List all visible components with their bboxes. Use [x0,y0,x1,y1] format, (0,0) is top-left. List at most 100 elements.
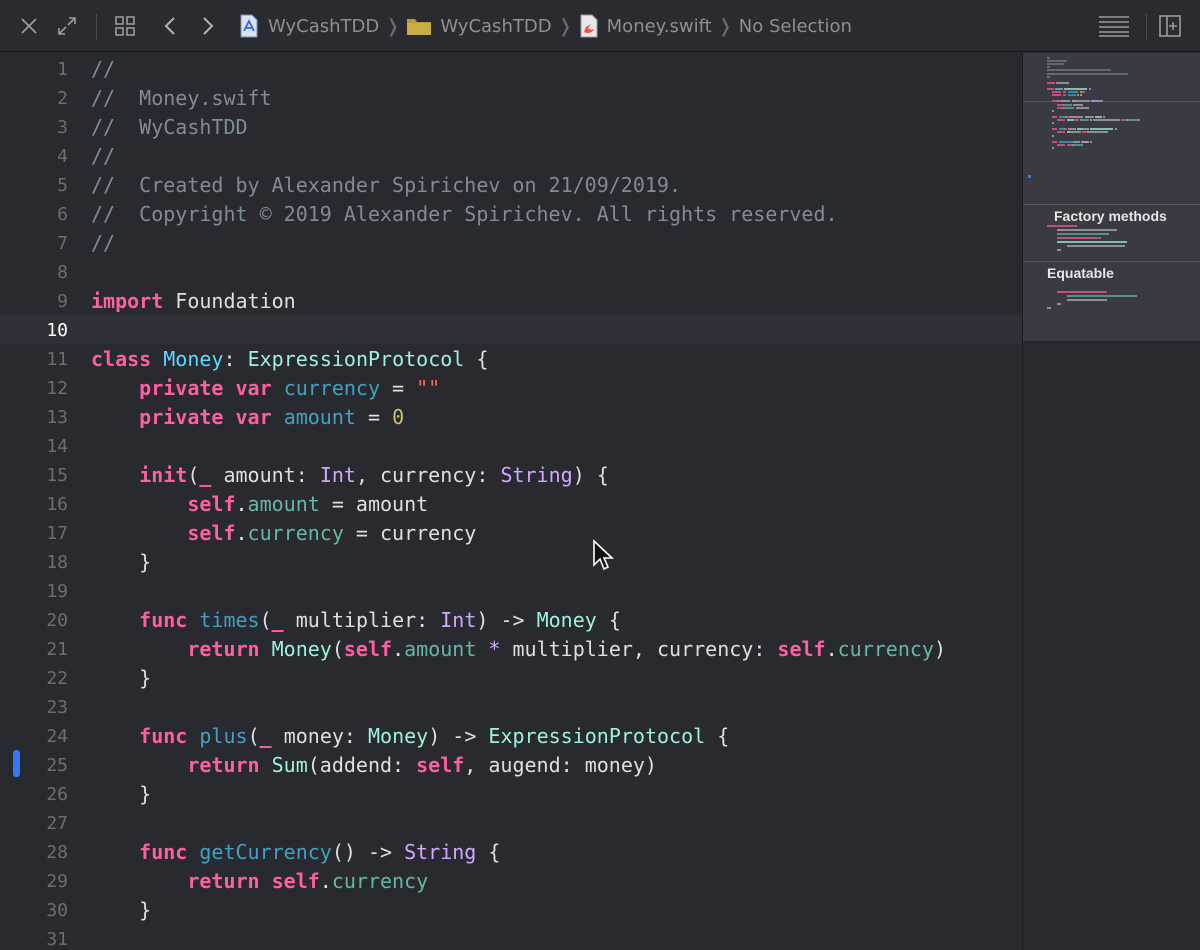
swift-file-icon [579,14,599,38]
code-token: ) -> [476,608,537,632]
code-text: return self.currency [91,867,428,896]
code-token: _ [271,608,284,632]
code-token: _ [259,724,272,748]
code-token: // [91,144,116,168]
minimap-code-bar [1047,60,1067,63]
code-token: , currency: [355,463,501,487]
line-number: 26 [46,784,68,805]
minimap-code-bar [1114,128,1117,131]
line-number: 22 [46,668,68,689]
breadcrumb-project-label: WyCashTDD [268,15,380,37]
code-token: func [139,608,188,632]
line-number: 13 [46,407,68,428]
breadcrumb-file[interactable]: Money.swift [579,14,712,38]
code-token: return [187,637,260,661]
minimap-visible-region[interactable] [1023,53,1200,341]
minimap-code-bar [1067,295,1137,297]
minimap-code-bar [1047,81,1055,84]
minimap-section-equatable[interactable]: Equatable [1047,265,1114,281]
code-token: } [91,782,152,806]
line-number: 21 [46,639,68,660]
line-number: 31 [46,929,68,950]
minimap-code-bar [1057,237,1101,239]
code-token: class [91,347,152,371]
code-token: ( [187,463,200,487]
minimap-code-bar [1073,103,1084,106]
minimap-code-bar [1088,115,1094,118]
forward-icon[interactable] [194,0,222,52]
code-token: { [705,724,730,748]
minimap-divider [1023,101,1200,102]
xcode-project-icon [238,14,260,38]
minimap-code-bar [1102,115,1105,118]
back-icon[interactable] [156,0,184,52]
line-number: 15 [46,465,68,486]
minimap-code-bar [1063,106,1075,109]
code-token: func [139,840,188,864]
breadcrumb-folder[interactable]: WyCashTDD [406,15,552,37]
minimap-code-bar [1052,146,1055,149]
line-number: 8 [57,262,68,283]
code-text: private var currency = "" [91,374,440,403]
minimap-code-bar [1057,119,1066,121]
folder-icon [406,15,432,37]
minimap-code-bar [1083,128,1089,131]
code-token: . [319,869,332,893]
minimap-section-factory-methods[interactable]: Factory methods [1054,208,1167,224]
minimap-code-bar [1095,115,1102,118]
code-token: } [91,550,152,574]
add-editor-icon[interactable] [1156,0,1184,52]
code-token: // [91,231,116,255]
breadcrumb-project[interactable]: WyCashTDD [238,14,379,38]
line-number: 3 [57,117,68,138]
source-editor[interactable]: 1 // 2 // Money.swift 3 // WyCashTDD 4 // 5 // Cr… [0,53,1022,950]
minimap-code-bar [1080,119,1089,121]
editor-options-icon[interactable] [1094,0,1134,52]
minimap[interactable]: Factory methods Equatable [1022,53,1200,950]
code-token: self [187,492,236,516]
minimap-code-bar [1067,299,1107,301]
related-items-icon[interactable] [110,0,140,52]
code-token: ( [331,637,344,661]
code-text: import Foundation [91,287,296,316]
minimap-code-bar [1057,303,1061,305]
minimap-code-bar [1058,140,1073,143]
code-token: amount: [211,463,320,487]
minimap-code-bar [1047,66,1050,69]
minimap-code-bar [1061,100,1071,103]
toolbar-divider [1146,14,1147,40]
minimap-code-bar [1079,94,1082,97]
expand-icon[interactable] [52,0,82,52]
code-text: // WyCashTDD [91,113,248,142]
code-token: Foundation [163,289,296,313]
minimap-code-bar [1052,128,1058,131]
code-text: } [91,548,151,577]
code-token: return [187,753,260,777]
code-token: ) { [572,463,609,487]
code-token: currency [283,376,381,400]
close-icon[interactable] [14,0,44,52]
jump-bar: WyCashTDD ❭ WyCashTDD ❭ Money.swift ❭ No… [0,0,1200,52]
code-token: multiplier, currency: [500,637,778,661]
breadcrumb-folder-label: WyCashTDD [440,15,552,37]
code-token: { [476,840,501,864]
code-text: } [91,896,151,925]
code-token: ) [933,637,946,661]
minimap-code-bar [1047,72,1128,75]
breadcrumb-symbol[interactable]: No Selection [739,16,852,37]
line-number: 19 [46,581,68,602]
code-token: . [825,637,838,661]
minimap-code-bar [1087,131,1109,134]
code-token: _ [199,463,212,487]
code-text: init(_ amount: Int, currency: String) { [91,461,609,490]
code-text: // [91,142,115,171]
code-token: . [235,492,248,516]
code-text: // Created by Alexander Spirichev on 21/… [91,171,681,200]
toolbar-divider [96,14,97,40]
